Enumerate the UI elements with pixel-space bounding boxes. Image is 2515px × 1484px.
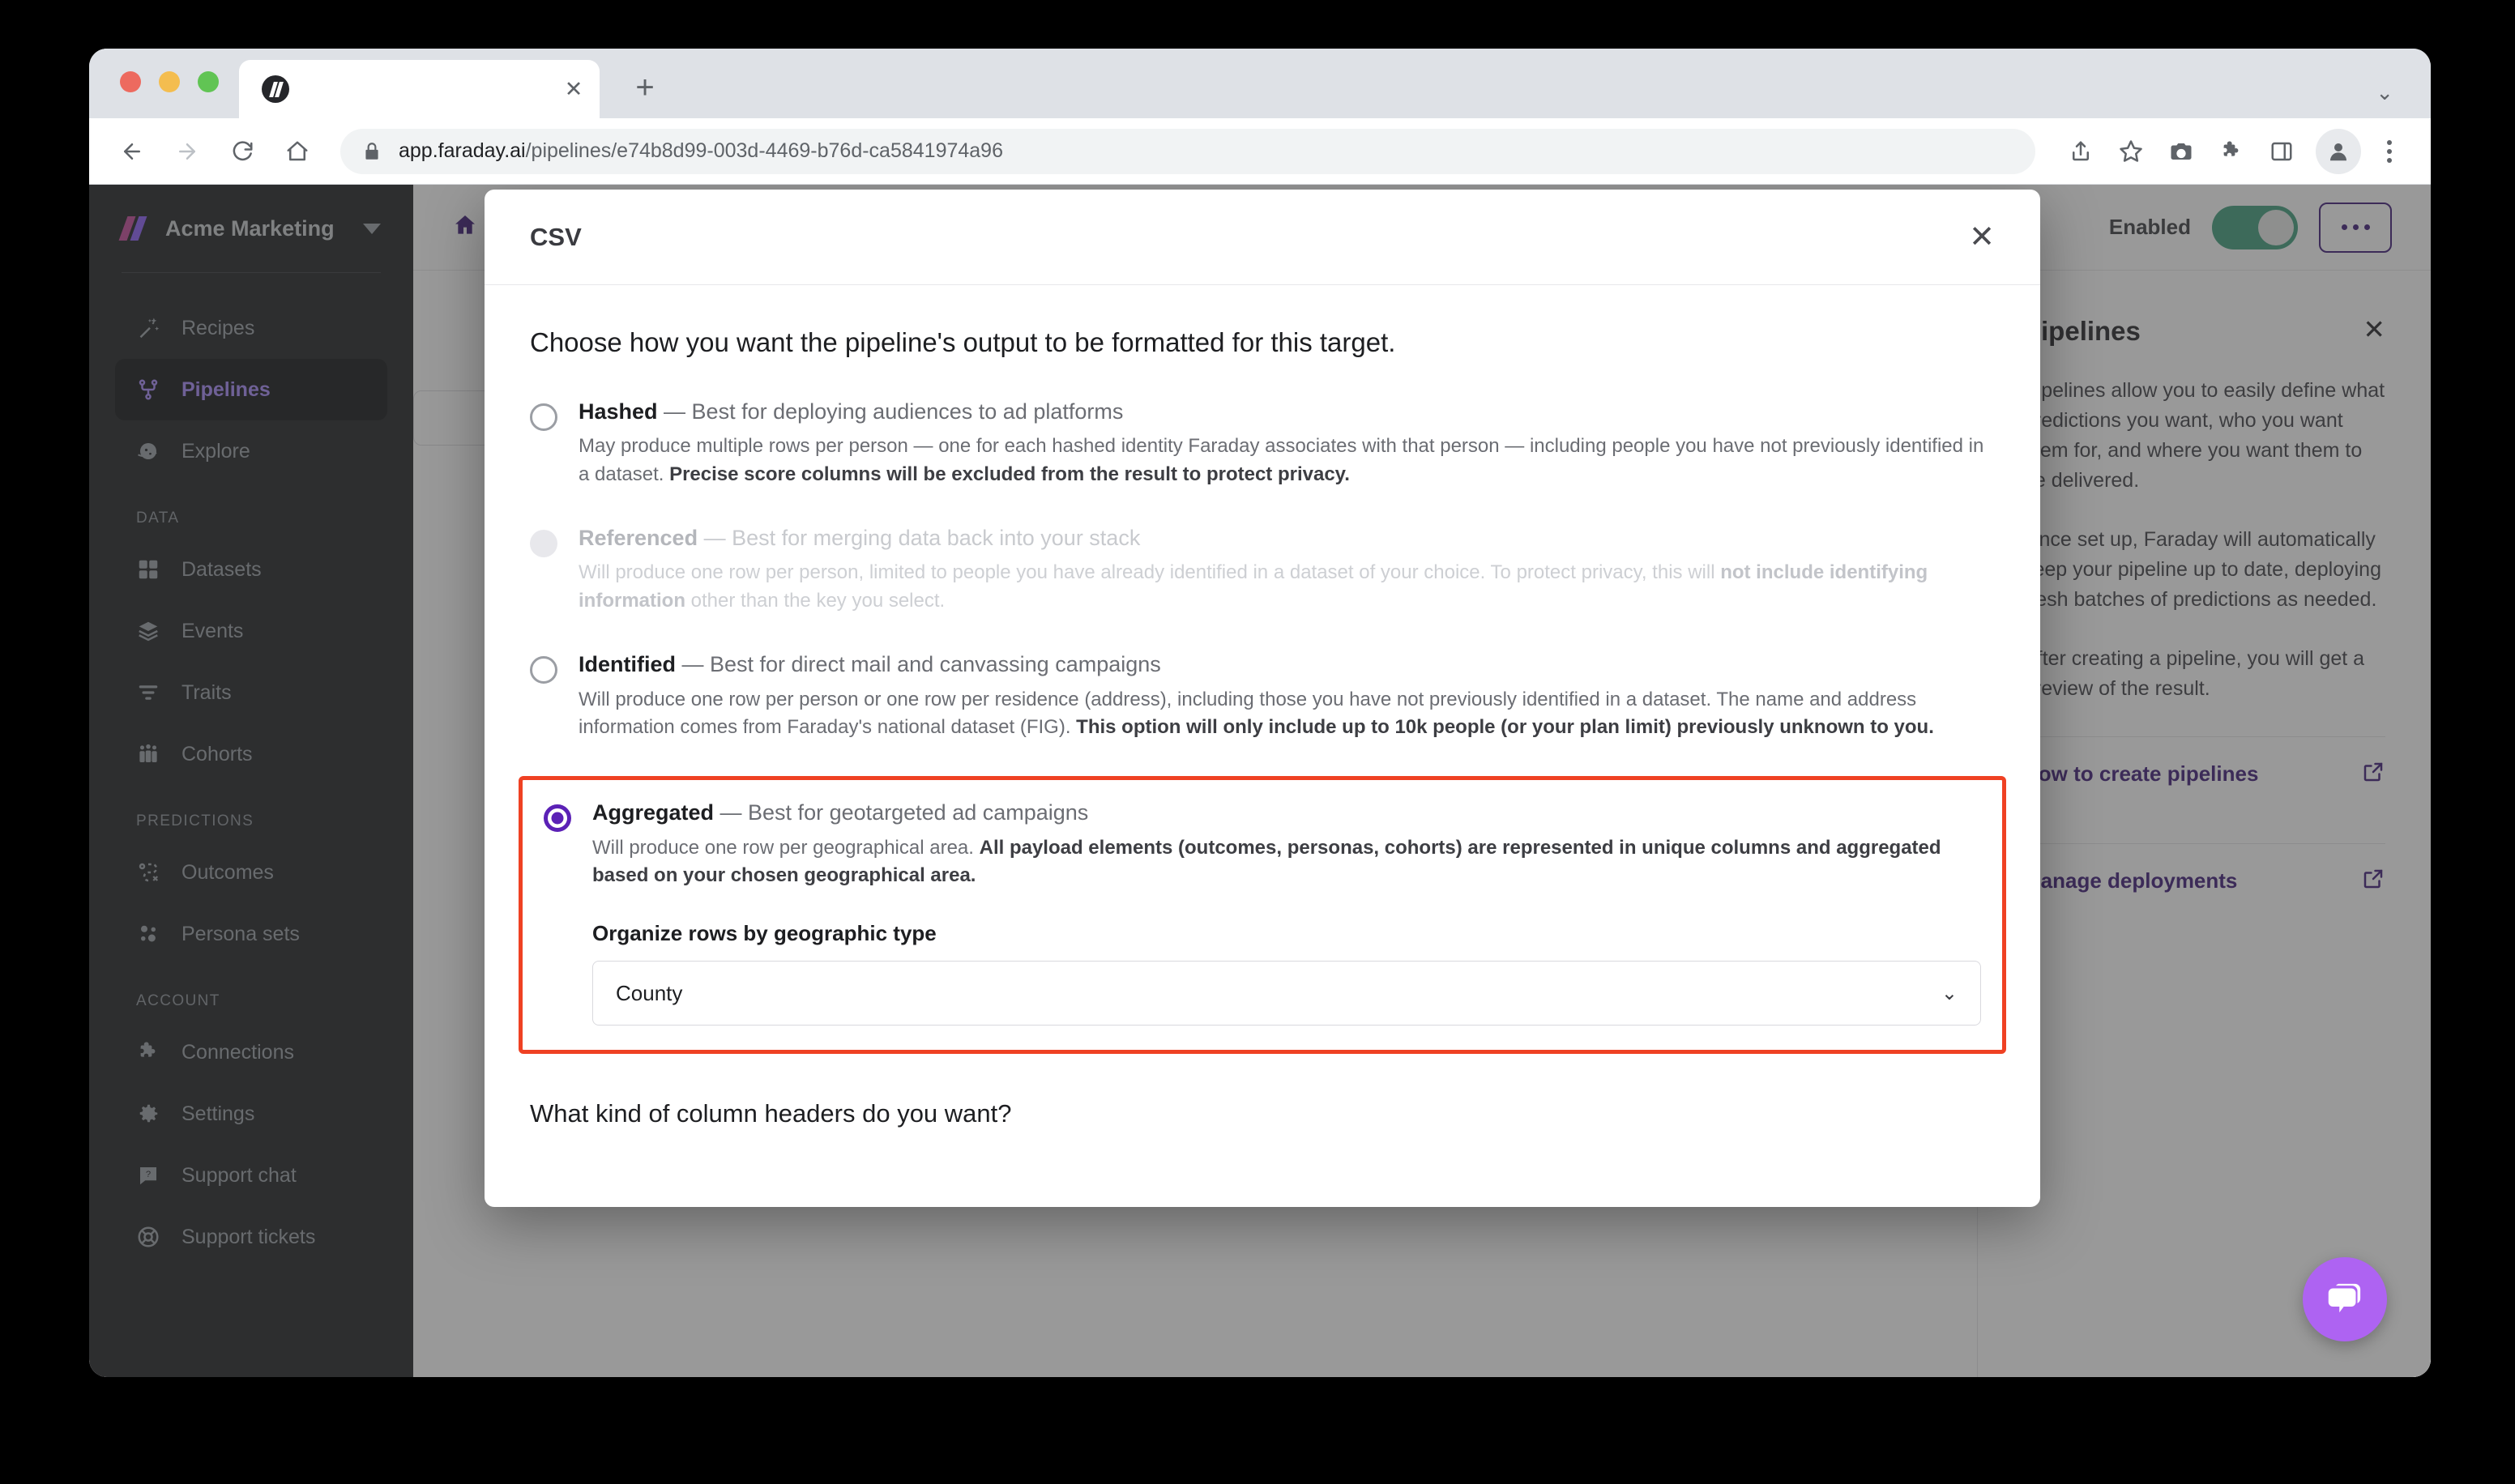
option-referenced: Referenced — Best for merging data back …	[530, 523, 1995, 616]
option-name: Hashed	[579, 399, 658, 424]
option-name: Aggregated	[592, 800, 715, 825]
option-name: Identified	[579, 652, 676, 677]
profile-avatar-icon[interactable]	[2316, 128, 2361, 174]
back-arrow-icon[interactable]	[110, 130, 154, 173]
geo-type-label: Organize rows by geographic type	[592, 921, 937, 946]
url-path: /pipelines/e74b8d99-003d-4469-b76d-ca584…	[525, 139, 1003, 162]
modal-title: CSV	[530, 222, 582, 251]
maximize-window-button[interactable]	[198, 71, 219, 92]
address-bar[interactable]: app.faraday.ai/pipelines/e74b8d99-003d-4…	[340, 128, 2035, 174]
plus-icon[interactable]: +	[624, 66, 666, 109]
camera-icon[interactable]	[2158, 129, 2204, 174]
desc-plain-1: Will produce one row per person, limited…	[579, 561, 1721, 584]
option-text: Hashed — Best for deploying audiences to…	[579, 397, 1995, 489]
option-headline: Aggregated — Best for geotargeted ad cam…	[592, 798, 1981, 827]
option-text: Aggregated — Best for geotargeted ad cam…	[592, 798, 1981, 1026]
url-host: app.faraday.ai	[399, 139, 526, 162]
close-icon[interactable]: ✕	[1969, 222, 1995, 253]
option-headline: Identified — Best for direct mail and ca…	[579, 650, 1995, 679]
star-icon[interactable]	[2108, 129, 2154, 174]
modal-header: CSV ✕	[485, 190, 2040, 285]
desc-plain-1: Will produce one row per geographical ar…	[592, 836, 980, 859]
option-headline: Hashed — Best for deploying audiences to…	[579, 397, 1995, 426]
reload-icon[interactable]	[220, 130, 264, 173]
lock-icon	[361, 141, 382, 162]
option-hashed[interactable]: Hashed — Best for deploying audiences to…	[530, 397, 1995, 489]
chevron-down-icon: ⌄	[1941, 982, 1958, 1004]
radio-hashed[interactable]	[530, 403, 557, 431]
browser-window: ✕ + ⌄ app.faraday.ai/pipelines/e74b8d99-…	[89, 49, 2431, 1377]
puzzle-piece-icon[interactable]	[2209, 129, 2254, 174]
browser-tab[interactable]: ✕	[239, 60, 600, 118]
share-icon[interactable]	[2058, 129, 2103, 174]
home-icon[interactable]	[275, 130, 319, 173]
option-description: Will produce one row per person, limited…	[579, 559, 1995, 616]
page-viewport: Acme Marketing Recipes Pipelines	[89, 185, 2431, 1377]
modal-lead-text: Choose how you want the pipeline's outpu…	[530, 327, 1396, 357]
chat-bubble-icon[interactable]	[2303, 1257, 2387, 1341]
option-text: Referenced — Best for merging data back …	[579, 523, 1995, 616]
option-tagline: — Best for merging data back into your s…	[698, 526, 1141, 551]
option-description: Will produce one row per geographical ar…	[592, 834, 1981, 891]
close-window-button[interactable]	[120, 71, 141, 92]
three-dot-menu-icon[interactable]	[2369, 129, 2410, 174]
option-tagline: — Best for direct mail and canvassing ca…	[676, 652, 1161, 677]
option-text: Identified — Best for direct mail and ca…	[579, 650, 1995, 742]
option-identified[interactable]: Identified — Best for direct mail and ca…	[530, 650, 1995, 742]
radio-identified[interactable]	[530, 656, 557, 684]
option-tagline: — Best for deploying audiences to ad pla…	[657, 399, 1124, 424]
geo-type-value: County	[616, 980, 683, 1005]
radio-referenced	[530, 530, 557, 558]
option-headline: Referenced — Best for merging data back …	[579, 523, 1995, 552]
forward-arrow-icon[interactable]	[165, 130, 209, 173]
radio-aggregated[interactable]	[544, 804, 571, 833]
column-headers-question: What kind of column headers do you want?	[530, 1099, 1012, 1128]
option-name: Referenced	[579, 526, 698, 551]
desc-bold: This option will only include up to 10k …	[1076, 716, 1934, 739]
modal-body: Choose how you want the pipeline's outpu…	[485, 285, 2040, 1128]
url-text: app.faraday.ai/pipelines/e74b8d99-003d-4…	[399, 139, 1003, 163]
chevron-down-icon[interactable]: ⌄	[2376, 80, 2393, 105]
option-tagline: — Best for geotargeted ad campaigns	[714, 800, 1089, 825]
option-description: May produce multiple rows per person — o…	[579, 433, 1995, 489]
faraday-favicon-icon	[262, 75, 289, 103]
side-panel-icon[interactable]	[2259, 129, 2304, 174]
option-description: Will produce one row per person or one r…	[579, 686, 1995, 743]
csv-format-modal: CSV ✕ Choose how you want the pipeline's…	[485, 190, 2040, 1207]
desc-bold: Precise score columns will be excluded f…	[669, 463, 1350, 486]
close-icon[interactable]: ✕	[556, 71, 591, 107]
minimize-window-button[interactable]	[159, 71, 180, 92]
window-traffic-lights	[120, 71, 219, 92]
desc-plain-2: other than the key you select.	[685, 590, 946, 612]
browser-tab-strip: ✕ + ⌄	[89, 49, 2431, 118]
geo-type-select[interactable]: County ⌄	[592, 961, 1981, 1026]
option-aggregated[interactable]: Aggregated — Best for geotargeted ad cam…	[519, 776, 2006, 1055]
browser-toolbar: app.faraday.ai/pipelines/e74b8d99-003d-4…	[89, 118, 2431, 185]
